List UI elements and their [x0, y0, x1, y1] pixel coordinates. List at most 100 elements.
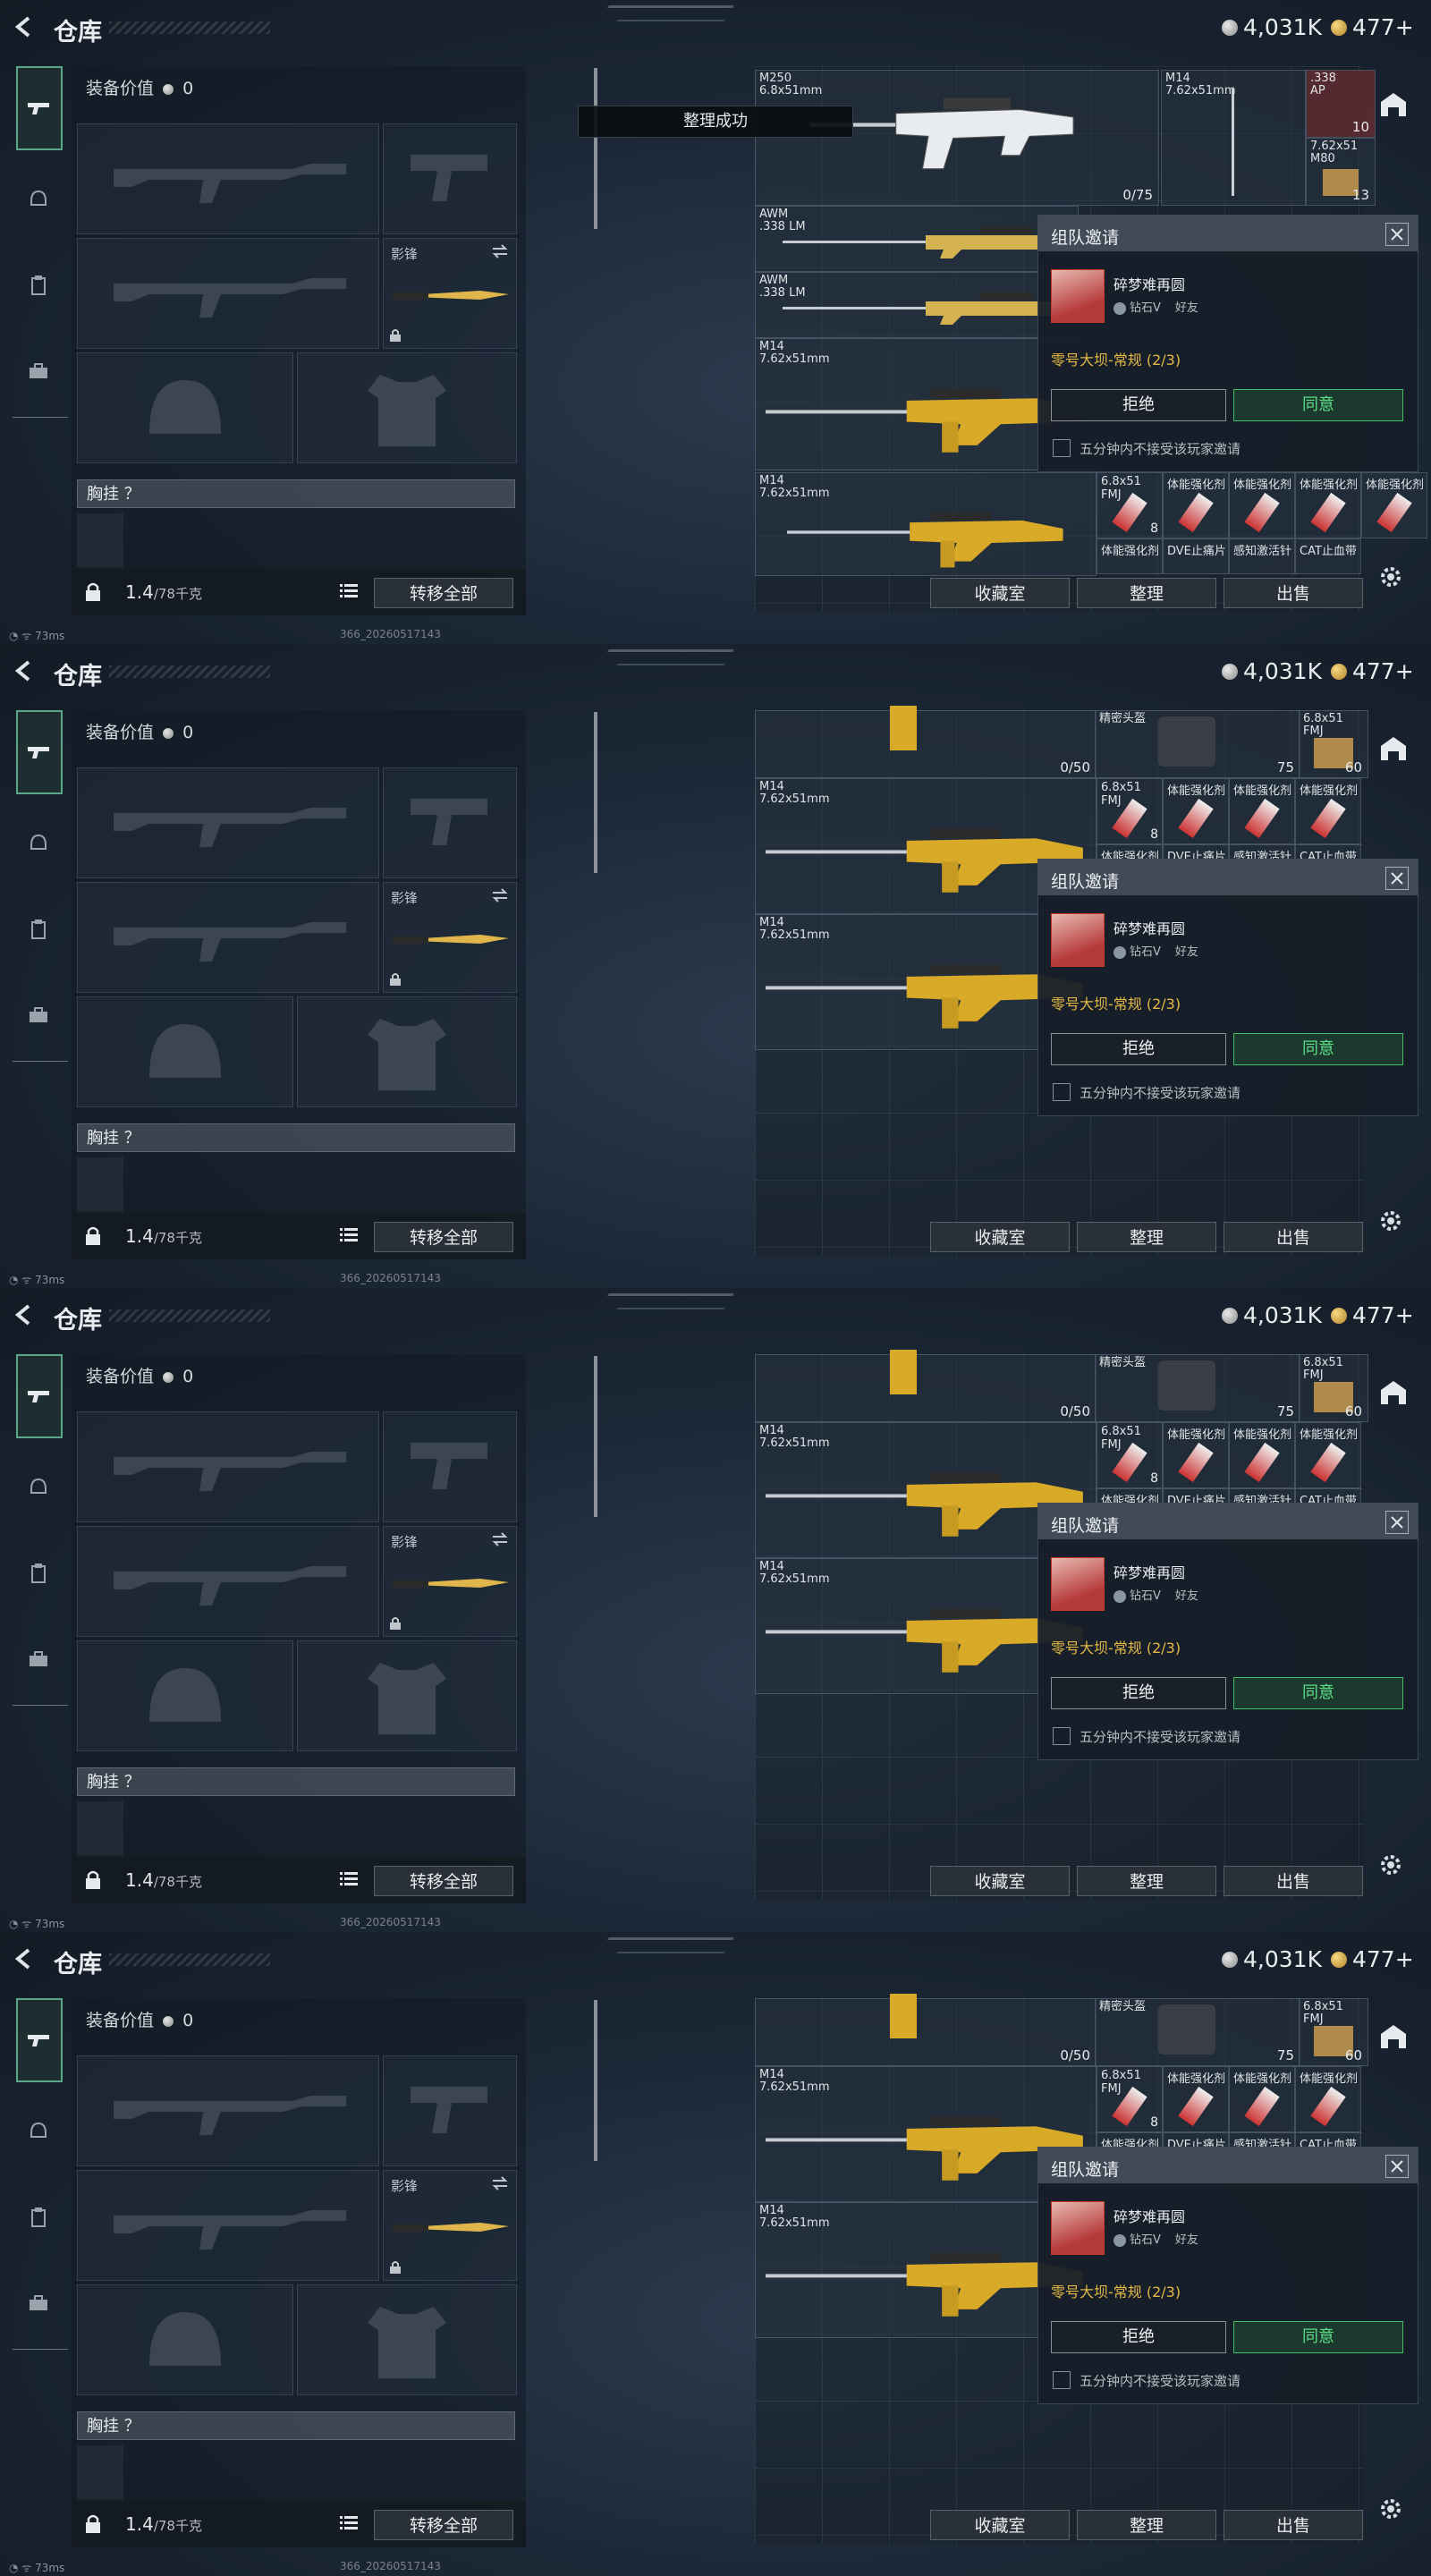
transfer-all-button[interactable]: 转移全部 — [374, 2510, 513, 2540]
swap-icon[interactable] — [491, 1532, 509, 1546]
tab-bags[interactable] — [18, 2283, 59, 2324]
armor-slot[interactable] — [297, 352, 517, 463]
armor-slot[interactable] — [297, 1640, 517, 1751]
inventory-item[interactable]: 体能强化剂 — [1229, 1422, 1295, 1488]
inventory-item[interactable]: 0/50 — [755, 1994, 1097, 2066]
transfer-all-button[interactable]: 转移全部 — [374, 1222, 513, 1252]
inventory-item[interactable]: 7.62x51 M80 13 — [1306, 138, 1376, 206]
list-icon[interactable] — [340, 1871, 358, 1887]
chest-rig-slot[interactable]: 胸挂 ？ — [77, 1123, 515, 1152]
primary-weapon-slot[interactable] — [77, 123, 379, 234]
inventory-item[interactable]: 6.8x51 FMJ 8 — [1097, 2066, 1163, 2132]
inventory-item[interactable]: 体能强化剂 — [1163, 778, 1229, 844]
list-icon[interactable] — [340, 2515, 358, 2531]
helmet-slot[interactable] — [77, 352, 293, 463]
secondary-weapon-slot[interactable] — [77, 2170, 379, 2281]
close-icon[interactable] — [1385, 223, 1409, 246]
tab-bags[interactable] — [18, 1639, 59, 1680]
inventory-item[interactable]: 精密头盔 75 — [1095, 1354, 1300, 1422]
melee-slot[interactable]: 影锋 — [383, 1526, 517, 1637]
inventory-item[interactable]: CAT止血带 — [1295, 538, 1361, 574]
tab-bags[interactable] — [18, 351, 59, 392]
gold-currency[interactable]: 477+ — [1331, 1946, 1414, 1972]
tab-medical[interactable] — [18, 2197, 59, 2238]
secondary-weapon-slot[interactable] — [77, 882, 379, 993]
tab-medical[interactable] — [18, 1553, 59, 1594]
chest-rig-slot[interactable]: 胸挂 ？ — [77, 479, 515, 508]
inventory-item[interactable]: 体能强化剂 — [1229, 2066, 1295, 2132]
close-icon[interactable] — [1385, 1511, 1409, 1534]
armor-slot[interactable] — [297, 2284, 517, 2395]
collection-button[interactable]: 收藏室 — [930, 578, 1070, 608]
swap-icon[interactable] — [491, 2176, 509, 2190]
secondary-weapon-slot[interactable] — [77, 1526, 379, 1637]
tab-weapons[interactable] — [16, 710, 63, 794]
inventory-item[interactable]: 6.8x51 FMJ 8 — [1097, 1422, 1163, 1488]
accept-button[interactable]: 同意 — [1233, 389, 1403, 421]
transfer-all-button[interactable]: 转移全部 — [374, 1866, 513, 1896]
collection-button[interactable]: 收藏室 — [930, 1866, 1070, 1896]
back-arrow-icon[interactable] — [13, 14, 38, 39]
silver-currency[interactable]: 4,031K — [1222, 1946, 1322, 1972]
inventory-item[interactable]: 6.8x51 FMJ 8 — [1097, 778, 1163, 844]
tab-weapons[interactable] — [16, 1998, 63, 2082]
inventory-item[interactable]: AWM .338 LM — [755, 206, 1079, 272]
melee-slot[interactable]: 影锋 — [383, 882, 517, 993]
refuse-button[interactable]: 拒绝 — [1051, 389, 1226, 421]
melee-slot[interactable]: 影锋 — [383, 238, 517, 349]
silver-currency[interactable]: 4,031K — [1222, 14, 1322, 40]
inventory-item[interactable]: 0/50 — [755, 706, 1097, 778]
sort-button[interactable]: 整理 — [1077, 578, 1216, 608]
sell-button[interactable]: 出售 — [1224, 2510, 1363, 2540]
scrollbar[interactable] — [594, 2000, 597, 2161]
inventory-item[interactable]: 体能强化剂 — [1295, 1422, 1361, 1488]
sort-button[interactable]: 整理 — [1077, 2510, 1216, 2540]
scrollbar[interactable] — [594, 1356, 597, 1517]
silver-currency[interactable]: 4,031K — [1222, 658, 1322, 684]
close-icon[interactable] — [1385, 2155, 1409, 2178]
tab-medical[interactable] — [18, 265, 59, 306]
inventory-item[interactable]: 精密头盔 75 — [1095, 710, 1300, 778]
close-icon[interactable] — [1385, 867, 1409, 890]
inventory-item[interactable]: 感知激活针 — [1229, 538, 1295, 574]
tab-weapons[interactable] — [16, 66, 63, 150]
collection-button[interactable]: 收藏室 — [930, 2510, 1070, 2540]
transfer-all-button[interactable]: 转移全部 — [374, 578, 513, 608]
mute-checkbox[interactable] — [1053, 439, 1071, 457]
gear-icon[interactable] — [1377, 1208, 1404, 1234]
sell-button[interactable]: 出售 — [1224, 1866, 1363, 1896]
chest-rig-slot[interactable]: 胸挂 ？ — [77, 2411, 515, 2440]
inventory-item[interactable]: 体能强化剂 — [1295, 2066, 1361, 2132]
inventory-item[interactable]: M14 7.62x51mm — [755, 472, 1097, 576]
inventory-item[interactable]: 体能强化剂 — [1229, 472, 1295, 538]
list-icon[interactable] — [340, 1227, 358, 1243]
sort-button[interactable]: 整理 — [1077, 1866, 1216, 1896]
helmet-slot[interactable] — [77, 996, 293, 1107]
inventory-item[interactable]: DVE止痛片 — [1163, 538, 1229, 574]
inventory-item[interactable]: 6.8x51 FMJ 8 — [1097, 472, 1163, 538]
pistol-slot[interactable] — [383, 767, 517, 878]
inventory-item[interactable]: 体能强化剂 — [1163, 1422, 1229, 1488]
tab-armor[interactable] — [18, 179, 59, 220]
tab-medical[interactable] — [18, 909, 59, 950]
inventory-item[interactable]: 体能强化剂 — [1361, 472, 1427, 538]
pistol-slot[interactable] — [383, 2055, 517, 2166]
accept-button[interactable]: 同意 — [1233, 1677, 1403, 1709]
inventory-item[interactable]: 体能强化剂 — [1163, 2066, 1229, 2132]
shelter-icon[interactable] — [1377, 89, 1410, 122]
gear-icon[interactable] — [1377, 564, 1404, 590]
refuse-button[interactable]: 拒绝 — [1051, 1677, 1226, 1709]
refuse-button[interactable]: 拒绝 — [1051, 2321, 1226, 2353]
sell-button[interactable]: 出售 — [1224, 578, 1363, 608]
silver-currency[interactable]: 4,031K — [1222, 1302, 1322, 1328]
accept-button[interactable]: 同意 — [1233, 1033, 1403, 1065]
inventory-item[interactable]: 6.8x51 FMJ 60 — [1299, 1998, 1368, 2066]
inventory-item[interactable]: 0/50 — [755, 1350, 1097, 1422]
back-arrow-icon[interactable] — [13, 1302, 38, 1327]
inventory-item[interactable]: 精密头盔 75 — [1095, 1998, 1300, 2066]
swap-icon[interactable] — [491, 244, 509, 258]
inventory-item[interactable]: 体能强化剂 — [1295, 778, 1361, 844]
inventory-item[interactable]: M250 6.8x51mm 0/75 — [755, 70, 1159, 206]
inventory-item[interactable]: 6.8x51 FMJ 60 — [1299, 1354, 1368, 1422]
accept-button[interactable]: 同意 — [1233, 2321, 1403, 2353]
